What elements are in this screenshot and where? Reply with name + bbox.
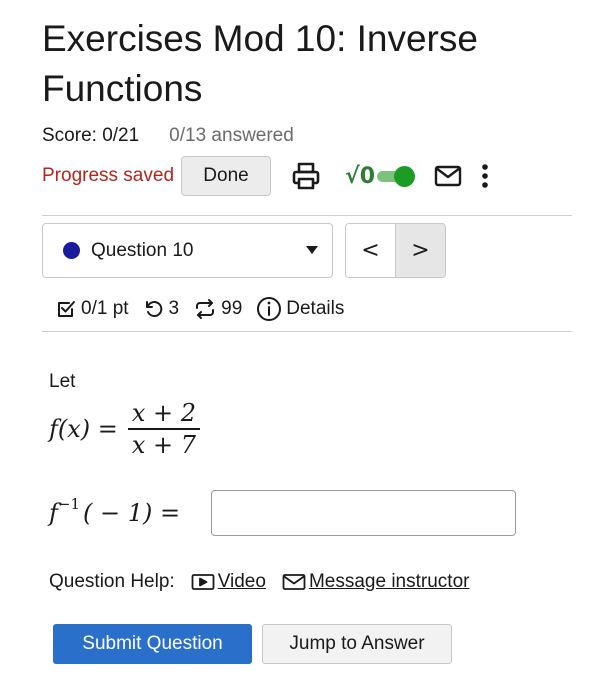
- fraction: x + 2 x + 7: [127, 399, 201, 459]
- print-icon[interactable]: [291, 161, 321, 191]
- progress-status: Progress saved: [42, 165, 175, 186]
- info-icon[interactable]: [256, 296, 282, 322]
- video-link-label: Video: [217, 571, 266, 592]
- answer-input[interactable]: [211, 490, 516, 536]
- submit-question-button[interactable]: Submit Question: [53, 624, 252, 664]
- jump-to-answer-button[interactable]: Jump to Answer: [262, 624, 452, 664]
- function-definition: f(x) = x + 2 x + 7: [49, 398, 201, 460]
- sqrt-math-icon: √0: [345, 163, 375, 189]
- question-select-label: Question 10: [91, 239, 194, 261]
- score-text: Score: 0/21: [42, 125, 140, 146]
- toolbar: Progress saved Done √0: [42, 155, 491, 197]
- retries-count: 3: [168, 298, 180, 319]
- question-help: Question Help: Video Message instructor: [49, 569, 469, 595]
- problem-intro: Let: [49, 371, 76, 392]
- fraction-denominator: x + 7: [131, 430, 197, 459]
- score-row: Score: 0/21 0/13 answered: [42, 123, 294, 149]
- question-status-dot: [63, 242, 80, 259]
- page-title: Exercises Mod 10: Inverse Functions: [42, 18, 478, 109]
- retry-icon: [143, 298, 165, 320]
- message-instructor-label: Message instructor: [308, 571, 470, 592]
- video-link[interactable]: Video: [191, 571, 266, 593]
- question-pager: < >: [345, 223, 446, 278]
- checkbox-score-icon: [55, 298, 77, 320]
- done-button[interactable]: Done: [181, 156, 272, 196]
- question-meta: 0/1 pt 3 99 Details: [55, 296, 344, 322]
- question-select[interactable]: Question 10: [42, 223, 333, 278]
- math-entry-toggle[interactable]: [377, 166, 415, 187]
- caret-down-icon: [306, 246, 318, 254]
- next-question-button[interactable]: >: [395, 224, 445, 277]
- mail-icon[interactable]: [433, 164, 463, 188]
- inverse-argument: ( − 1) =: [83, 499, 181, 527]
- fraction-numerator: x + 2: [131, 399, 197, 428]
- mail-icon: [282, 573, 306, 591]
- question-help-label: Question Help:: [49, 571, 175, 592]
- more-vertical-icon[interactable]: [479, 162, 491, 190]
- attempts-icon: [193, 298, 217, 320]
- inverse-expression: f −1( − 1) =: [49, 495, 180, 531]
- video-icon: [191, 573, 215, 591]
- divider-bottom: [42, 331, 572, 332]
- attempts-count: 99: [221, 298, 243, 319]
- message-instructor-link[interactable]: Message instructor: [282, 571, 470, 593]
- fraction-bar: [127, 428, 201, 430]
- divider-top: [42, 215, 572, 216]
- function-lhs: f(x) =: [49, 415, 118, 443]
- toggle-knob: [394, 166, 415, 187]
- details-link[interactable]: Details: [286, 298, 344, 320]
- previous-question-button[interactable]: <: [346, 224, 395, 277]
- inverse-base: f: [49, 499, 58, 527]
- inverse-exponent: −1: [57, 495, 81, 513]
- answered-count: 0/13 answered: [169, 125, 294, 146]
- points-value: 0/1 pt: [81, 298, 129, 319]
